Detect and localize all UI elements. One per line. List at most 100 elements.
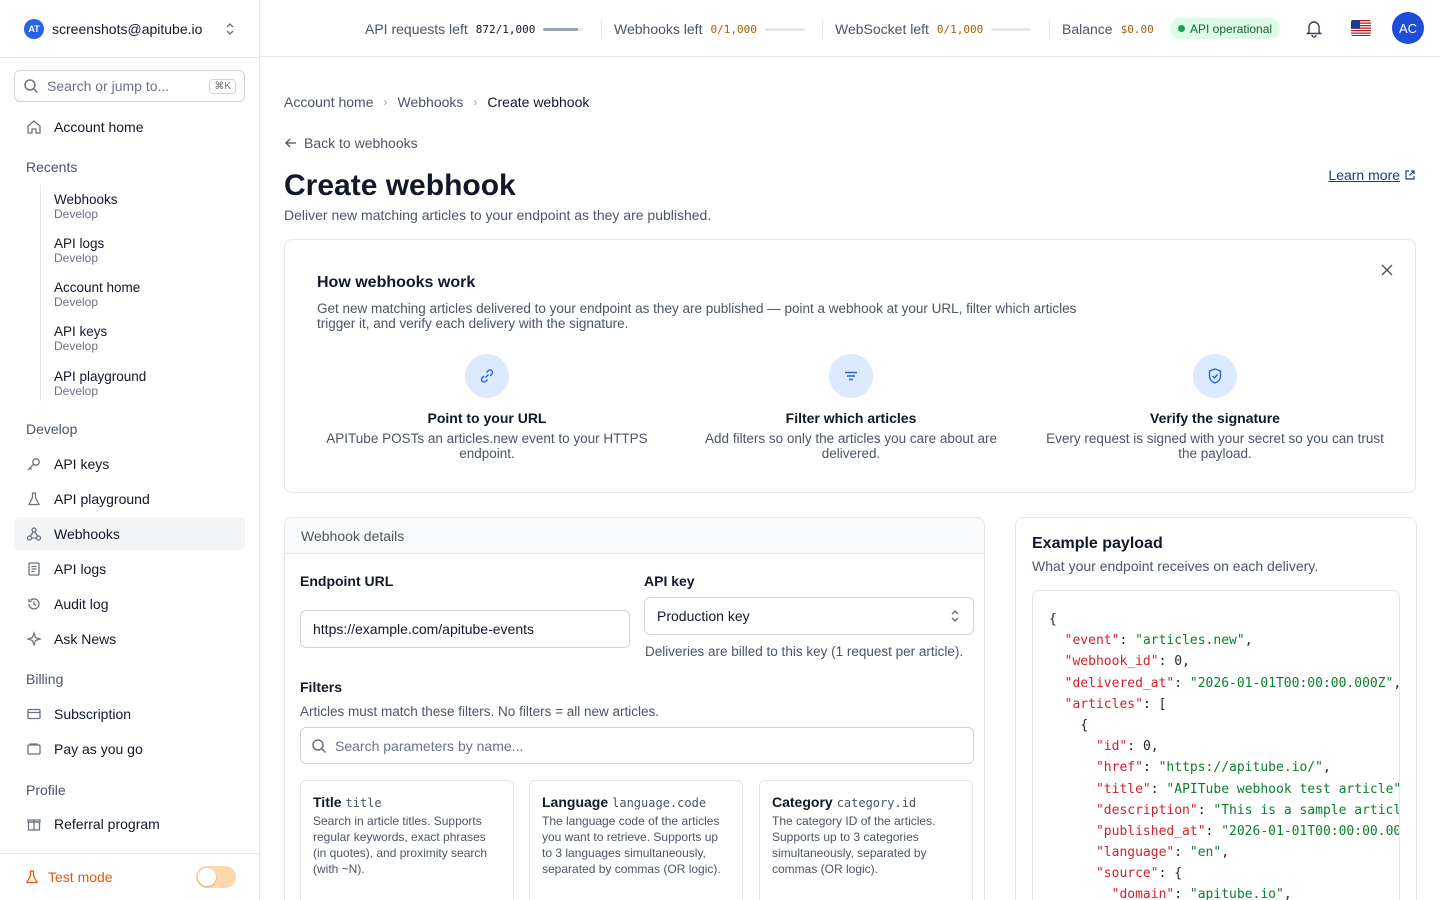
webhooks-bar [764, 27, 805, 31]
payload-code-block[interactable]: { "event": "articles.new", "webhook_id":… [1032, 590, 1400, 900]
sidebar-item-label: Subscription [54, 705, 132, 722]
search-icon [312, 738, 327, 753]
code-line: "href": "https://apitube.io/", [1049, 757, 1399, 778]
step-verify-signature: Verify the signature Every request is si… [1045, 354, 1385, 461]
sidebar-item-pay-as-you-go[interactable]: Pay as you go [14, 732, 245, 765]
step-desc: Add filters so only the articles you car… [705, 431, 997, 461]
code-punct: { [1080, 717, 1089, 733]
code-string: "articles.new" [1135, 633, 1245, 649]
back-link[interactable]: Back to webhooks [284, 135, 418, 151]
param-code: category.id [836, 796, 917, 810]
websocket-bar [991, 27, 1032, 31]
toggle-knob [198, 868, 216, 886]
step-point-to-url: Point to your URL APITube POSTs an artic… [317, 354, 657, 461]
sidebar-item-label: API keys [54, 455, 110, 472]
code-line: { [1049, 609, 1399, 630]
code-line: "articles": [ [1049, 694, 1399, 715]
profile-heading: Profile [26, 782, 66, 798]
sidebar-item-subscription[interactable]: Subscription [14, 697, 245, 730]
code-punct: : [1158, 866, 1175, 882]
sidebar-item-api-playground[interactable]: API playground [14, 482, 245, 515]
recent-item[interactable]: Webhooks Develop [54, 192, 118, 221]
step-icon-circle [1193, 354, 1237, 398]
sidebar-item-api-logs[interactable]: API logs [14, 552, 245, 585]
code-string: "2026-01-01T00:00:00.000Z" [1189, 675, 1394, 691]
recent-title: API logs [54, 236, 105, 251]
search-shortcut: ⌘K [209, 78, 236, 94]
develop-heading: Develop [26, 421, 78, 437]
recent-title: Account home [54, 280, 141, 295]
step-filter-articles: Filter which articles Add filters so onl… [681, 354, 1021, 461]
code-punct: , [1244, 633, 1253, 649]
avatar[interactable]: AC [1392, 12, 1424, 44]
recent-item[interactable]: Account home Develop [54, 280, 140, 309]
learn-more-link[interactable]: Learn more [1328, 167, 1416, 183]
test-mode-label: Test mode [48, 869, 113, 885]
code-line: "id": 0, [1049, 736, 1399, 757]
param-desc: Search in article titles. Supports regul… [313, 814, 488, 876]
param-header: Title title [313, 794, 501, 810]
breadcrumb-current: Create webhook [487, 94, 590, 110]
sidebar-item-webhooks[interactable]: Webhooks [14, 517, 245, 550]
breadcrumb-item[interactable]: Account home [284, 94, 374, 110]
webhook-icon [26, 526, 42, 541]
back-link-label: Back to webhooks [304, 135, 418, 151]
external-link-icon [1405, 170, 1415, 180]
code-punct: : [1174, 887, 1190, 900]
code-key: "href" [1095, 760, 1143, 776]
code-punct: : [1197, 802, 1214, 818]
code-punct: , [1322, 760, 1331, 776]
filter-param-card[interactable]: Category category.id The category ID of t… [759, 780, 973, 900]
sidebar-search[interactable]: Search or jump to... ⌘K [14, 70, 245, 102]
top-header: API requests left 872/1,000 Webhooks lef… [260, 0, 1440, 57]
bell-icon[interactable] [1304, 18, 1324, 38]
api-key-select[interactable]: Production key [644, 597, 974, 635]
filter-param-card[interactable]: Title title Search in article titles. Sup… [300, 780, 514, 900]
endpoint-url-input[interactable]: https://example.com/apitube-events [300, 610, 630, 648]
endpoint-url-label: Endpoint URL [300, 573, 394, 589]
sidebar-item-label: Webhooks [54, 525, 120, 542]
test-mode-toggle[interactable] [196, 866, 236, 888]
stat-label: Balance [1062, 21, 1113, 37]
stat-value: 0/1,000 [710, 22, 757, 36]
code-key: "language" [1095, 845, 1175, 861]
logs-icon [28, 561, 40, 576]
close-icon[interactable] [1380, 263, 1394, 277]
sidebar-item-account-home[interactable]: Account home [14, 110, 245, 143]
page-title: Create webhook [284, 169, 516, 202]
us-flag-icon[interactable] [1351, 20, 1371, 36]
sparkle-icon [26, 630, 42, 647]
api-requests-bar [543, 27, 584, 31]
filters-search-input[interactable]: Search parameters by name... [300, 727, 974, 764]
code-line: "domain": "apitube.io", [1049, 884, 1399, 900]
code-punct: : [1174, 845, 1190, 861]
filters-hint: Articles must match these filters. No fi… [300, 704, 659, 719]
code-line: { [1049, 715, 1399, 736]
sidebar-item-label: Audit log [54, 595, 109, 612]
param-header: Category category.id [772, 794, 960, 810]
sidebar-item-audit-log[interactable]: Audit log [14, 587, 245, 620]
account-switcher[interactable]: AT screenshots@apitube.io [24, 18, 236, 40]
sidebar-item-referral-program[interactable]: Referral program [14, 807, 245, 840]
sidebar-item-ask-news[interactable]: Ask News [14, 622, 245, 655]
page-subtitle: Deliver new matching articles to your en… [284, 207, 712, 223]
api-status-badge[interactable]: API operational [1170, 18, 1281, 39]
breadcrumb-item[interactable]: Webhooks [398, 94, 464, 110]
code-key: "id" [1095, 739, 1128, 755]
recent-item[interactable]: API logs Develop [54, 236, 104, 265]
code-punct: { [1174, 866, 1183, 882]
code-string: "en" [1189, 845, 1222, 861]
how-description: Get new matching articles delivered to y… [317, 301, 1077, 331]
header-separator [601, 19, 602, 39]
sidebar-item-label: Pay as you go [54, 740, 143, 757]
stat-label: Webhooks left [614, 21, 703, 37]
card-icon [27, 708, 41, 719]
code-line: "event": "articles.new", [1049, 630, 1399, 651]
recent-item[interactable]: API keys Develop [54, 324, 107, 353]
step-title: Filter which articles [785, 410, 917, 426]
param-header: Language language.code [542, 794, 730, 810]
code-punct: [ [1158, 696, 1167, 712]
sidebar-item-api-keys[interactable]: API keys [14, 447, 245, 480]
filter-param-card[interactable]: Language language.code The language code … [529, 780, 743, 900]
recent-item[interactable]: API playground Develop [54, 369, 146, 398]
